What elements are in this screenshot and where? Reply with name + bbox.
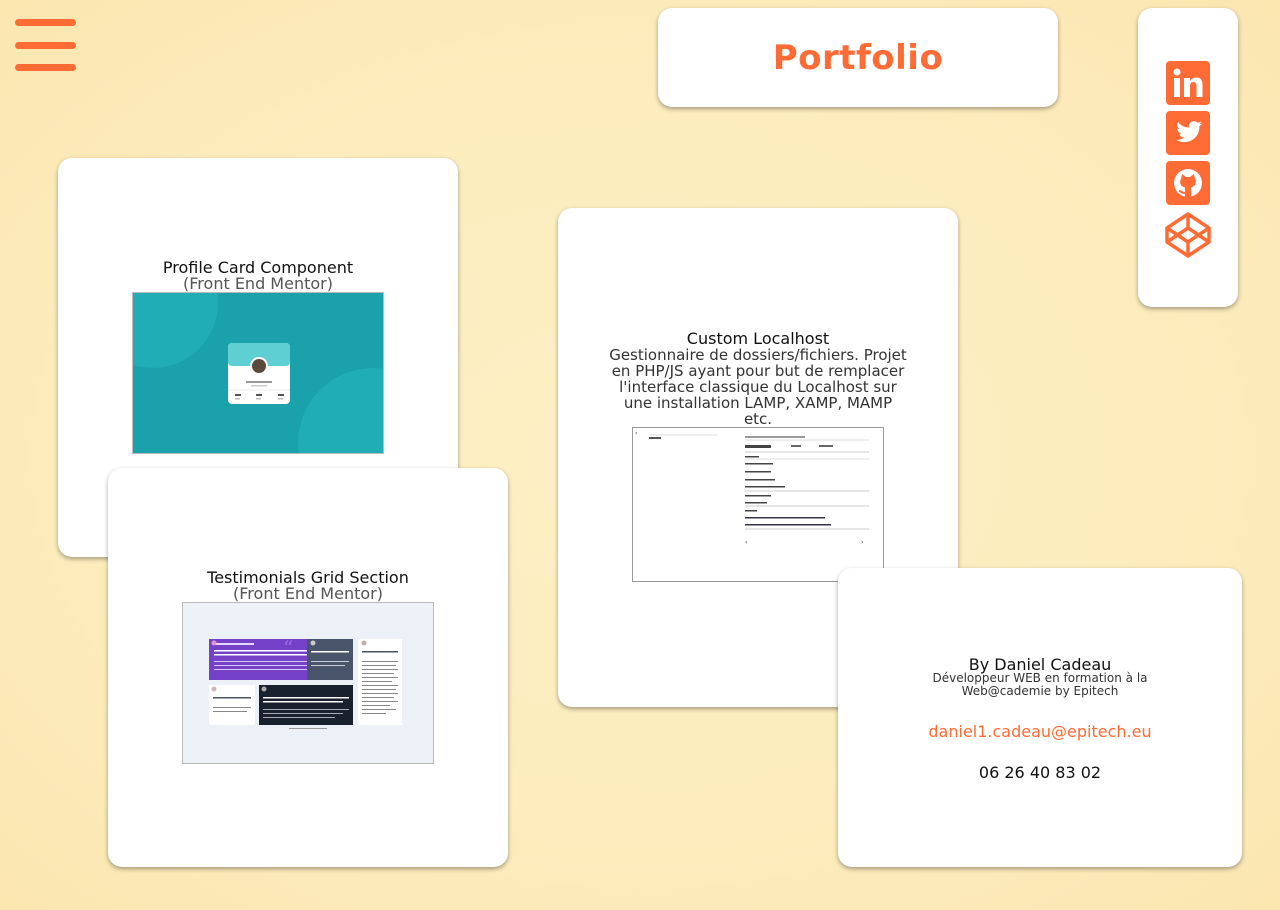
page-title: Portfolio [772, 37, 944, 78]
project-thumbnail[interactable] [132, 292, 384, 454]
phone-number: 06 26 40 83 02 [978, 763, 1102, 782]
github-icon[interactable] [1166, 161, 1210, 205]
hamburger-menu-icon[interactable] [15, 19, 77, 75]
project-subtitle: (Front End Mentor) [183, 274, 333, 293]
svg-text:‹: ‹ [745, 539, 747, 546]
email-link[interactable]: daniel1.cadeau@epitech.eu [838, 722, 1242, 741]
project-subtitle: (Front End Mentor) [233, 584, 383, 603]
social-links [1138, 8, 1238, 307]
project-card-testimonials[interactable]: Testimonials Grid Section (Front End Men… [108, 468, 508, 867]
linkedin-icon[interactable] [1166, 61, 1210, 105]
project-thumbnail[interactable]: ‹ ‹ › [632, 427, 884, 582]
contact-card: By Daniel Cadeau Développeur WEB en form… [838, 568, 1242, 867]
portfolio-header: Portfolio [658, 8, 1058, 107]
project-title: Custom Localhost [686, 329, 830, 348]
twitter-icon[interactable] [1166, 111, 1210, 155]
author-role: Développeur WEB en formation à la Web@ca… [932, 671, 1148, 698]
svg-text:‹: ‹ [635, 430, 637, 437]
project-thumbnail[interactable]: “ [182, 602, 434, 764]
project-description: Gestionnaire de dossiers/fichiers. Proje… [609, 346, 907, 428]
svg-text:“: “ [283, 636, 293, 660]
svg-text:›: › [861, 539, 863, 546]
codepen-icon[interactable] [1165, 211, 1211, 258]
